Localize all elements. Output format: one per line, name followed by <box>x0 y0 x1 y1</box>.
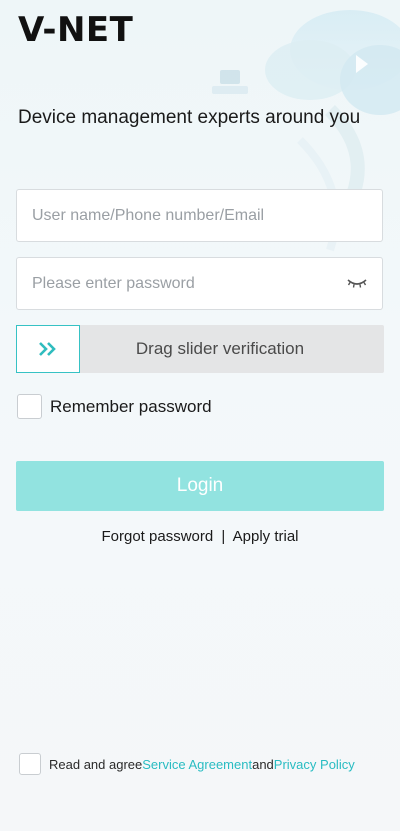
username-input[interactable] <box>30 205 334 226</box>
agreement-row: Read and agreeService AgreementandPrivac… <box>19 753 355 775</box>
auth-links: Forgot password | Apply trial <box>0 528 400 545</box>
agreement-text: Read and agreeService AgreementandPrivac… <box>49 757 355 772</box>
apply-trial-link[interactable]: Apply trial <box>233 528 299 545</box>
remember-password-row: Remember password <box>17 394 212 419</box>
slider-verification-track: Drag slider verification <box>16 325 384 373</box>
slider-label: Drag slider verification <box>135 339 305 358</box>
login-button[interactable]: Login <box>16 461 384 511</box>
service-agreement-link[interactable]: Service Agreement <box>142 757 252 772</box>
privacy-policy-link[interactable]: Privacy Policy <box>274 757 355 772</box>
password-input[interactable] <box>30 273 334 294</box>
remember-password-label: Remember password <box>50 396 212 416</box>
username-field-container <box>16 189 383 242</box>
agreement-prefix: Read and agree <box>49 756 143 772</box>
slider-handle[interactable] <box>16 325 80 373</box>
agreement-checkbox[interactable] <box>19 753 41 775</box>
double-chevron-right-icon <box>39 342 56 356</box>
forgot-password-link[interactable]: Forgot password <box>102 528 214 545</box>
links-separator: | <box>221 528 226 545</box>
app-logo: V-NET <box>18 10 134 50</box>
eye-closed-icon[interactable] <box>346 276 368 290</box>
password-field-container <box>16 257 383 310</box>
page-tagline: Device management experts around you <box>18 107 361 128</box>
remember-password-checkbox[interactable] <box>17 394 42 419</box>
agreement-conjunction: and <box>252 756 274 772</box>
